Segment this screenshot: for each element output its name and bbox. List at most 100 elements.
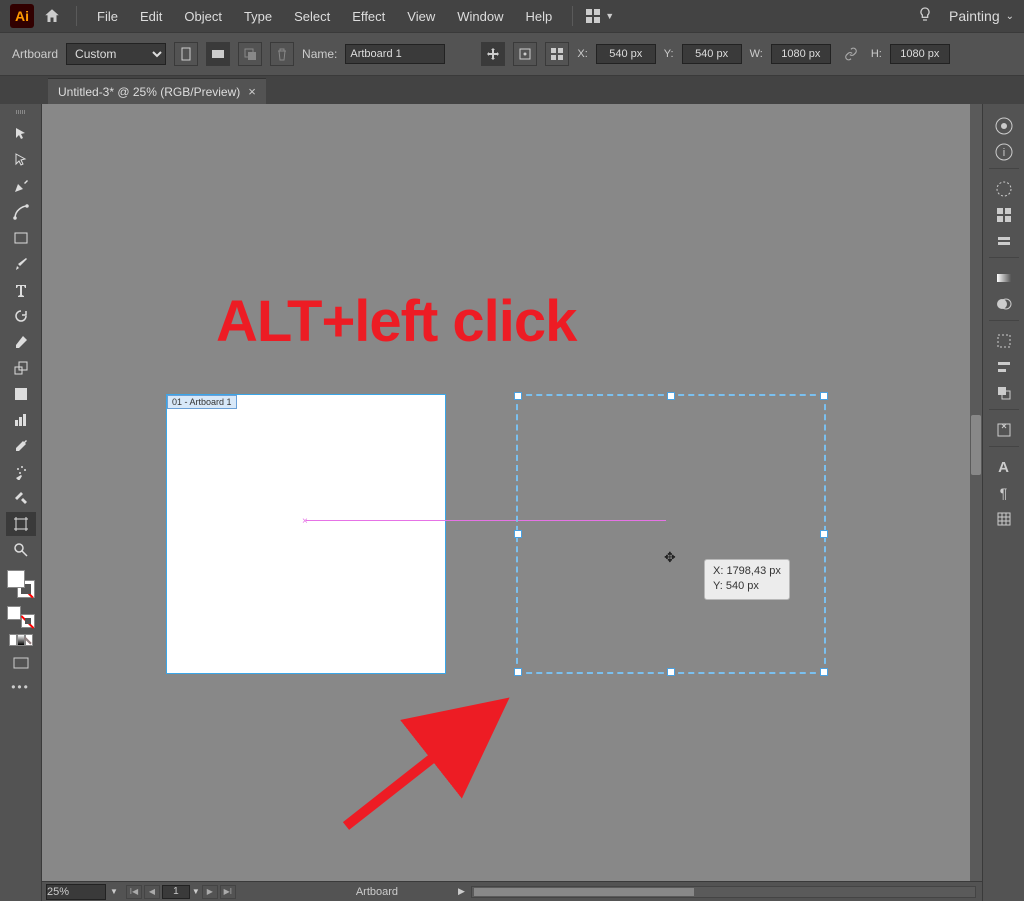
next-artboard-button[interactable]: ▶ — [202, 885, 218, 899]
y-label: Y: — [664, 48, 674, 60]
curvature-tool[interactable] — [6, 200, 36, 224]
artboard-1[interactable]: 01 - Artboard 1 — [166, 394, 446, 674]
vertical-scrollbar[interactable] — [970, 104, 982, 881]
canvas-area[interactable]: 01 - Artboard 1 × ✥ X: 1798,43 px Y: 540… — [42, 104, 982, 901]
info-icon[interactable]: i — [994, 142, 1014, 162]
chevron-down-icon[interactable]: ▼ — [110, 887, 118, 896]
eyedropper-tool[interactable] — [6, 434, 36, 458]
pen-tool[interactable] — [6, 174, 36, 198]
type-tool[interactable] — [6, 278, 36, 302]
prev-artboard-button[interactable]: ◀ — [144, 885, 160, 899]
color-panel-icon[interactable] — [994, 179, 1014, 199]
new-artboard-button[interactable] — [238, 42, 262, 66]
artboard-number-input[interactable] — [162, 885, 190, 899]
last-artboard-button[interactable]: ▶I — [220, 885, 236, 899]
delete-artboard-button[interactable] — [270, 42, 294, 66]
fill-stroke-swatch[interactable] — [7, 570, 35, 598]
document-tab[interactable]: Untitled-3* @ 25% (RGB/Preview) × — [48, 78, 266, 104]
export-panel-icon[interactable] — [994, 420, 1014, 440]
brushes-panel-icon[interactable] — [994, 231, 1014, 251]
chevron-down-icon: ⌄ — [1006, 11, 1014, 22]
menu-file[interactable]: File — [89, 5, 126, 28]
move-with-artboard-button[interactable] — [481, 42, 505, 66]
paragraph-panel-icon[interactable]: ¶ — [994, 483, 1014, 503]
menu-bar: Ai File Edit Object Type Select Effect V… — [0, 0, 1024, 32]
color-wheel-icon[interactable] — [994, 116, 1014, 136]
svg-text:i: i — [1002, 147, 1004, 159]
status-menu-arrow[interactable]: ▶ — [458, 886, 465, 897]
chevron-down-icon[interactable]: ▼ — [192, 887, 200, 896]
menu-edit[interactable]: Edit — [132, 5, 170, 28]
status-bar: ▼ I◀ ◀ ▼ ▶ ▶I Artboard ▶ — [42, 881, 982, 901]
workspace-switcher[interactable]: Painting ⌄ — [949, 8, 1014, 24]
paintbrush-tool[interactable] — [6, 252, 36, 276]
color-mode-strip[interactable] — [9, 634, 33, 646]
artboard-options-button[interactable] — [545, 42, 569, 66]
zoom-tool[interactable] — [6, 538, 36, 562]
link-wh-button[interactable] — [839, 42, 863, 66]
preset-select[interactable]: Custom — [66, 43, 166, 65]
reference-point-button[interactable] — [513, 42, 537, 66]
toolbar-grip[interactable] — [6, 110, 36, 116]
first-artboard-button[interactable]: I◀ — [126, 885, 142, 899]
rectangle-tool[interactable] — [6, 226, 36, 250]
move-cursor-icon: ✥ — [664, 549, 676, 566]
layout-grid-icon[interactable]: ▼ — [585, 8, 614, 24]
direct-selection-tool[interactable] — [6, 148, 36, 172]
tooltip-x: X: 1798,43 px — [713, 564, 781, 579]
position-tooltip: X: 1798,43 px Y: 540 px — [704, 559, 790, 600]
symbol-sprayer-tool[interactable] — [6, 460, 36, 484]
x-input[interactable] — [596, 44, 656, 64]
y-input[interactable] — [682, 44, 742, 64]
align-panel-icon[interactable] — [994, 357, 1014, 377]
gradient-panel-icon[interactable] — [994, 268, 1014, 288]
eraser-tool[interactable] — [6, 330, 36, 354]
menu-view[interactable]: View — [399, 5, 443, 28]
h-input[interactable] — [890, 44, 950, 64]
resize-handle[interactable] — [820, 668, 828, 676]
edit-toolbar-button[interactable]: ••• — [11, 680, 30, 694]
artboard-name-input[interactable] — [345, 44, 445, 64]
rotate-tool[interactable] — [6, 304, 36, 328]
hints-icon[interactable] — [917, 6, 933, 27]
selection-tool[interactable] — [6, 122, 36, 146]
document-tab-bar: Untitled-3* @ 25% (RGB/Preview) × — [0, 76, 1024, 104]
orientation-portrait-button[interactable] — [174, 42, 198, 66]
tab-close-icon[interactable]: × — [248, 84, 256, 99]
resize-handle[interactable] — [514, 668, 522, 676]
new-artboard-preview[interactable] — [516, 394, 826, 674]
name-label: Name: — [302, 47, 337, 61]
resize-handle[interactable] — [514, 530, 522, 538]
artboard-tool[interactable] — [6, 512, 36, 536]
menu-help[interactable]: Help — [517, 5, 560, 28]
resize-handle[interactable] — [667, 668, 675, 676]
shape-builder-tool[interactable] — [6, 382, 36, 406]
menu-type[interactable]: Type — [236, 5, 280, 28]
menu-select[interactable]: Select — [286, 5, 338, 28]
zoom-level-input[interactable] — [46, 884, 106, 900]
annotation-text: ALT+left click — [216, 288, 576, 355]
swatches-panel-icon[interactable] — [994, 205, 1014, 225]
resize-handle[interactable] — [820, 392, 828, 400]
screen-mode-button[interactable] — [9, 654, 33, 672]
home-icon[interactable] — [40, 4, 64, 28]
transparency-panel-icon[interactable] — [994, 294, 1014, 314]
resize-handle[interactable] — [514, 392, 522, 400]
default-fill-stroke[interactable] — [7, 606, 35, 628]
resize-handle[interactable] — [667, 392, 675, 400]
transform-panel-icon[interactable] — [994, 331, 1014, 351]
scale-tool[interactable] — [6, 356, 36, 380]
column-graph-tool[interactable] — [6, 408, 36, 432]
orientation-landscape-button[interactable] — [206, 42, 230, 66]
resize-handle[interactable] — [820, 530, 828, 538]
slice-tool[interactable] — [6, 486, 36, 510]
status-artboard-label: Artboard — [356, 886, 398, 898]
menu-object[interactable]: Object — [176, 5, 230, 28]
w-input[interactable] — [771, 44, 831, 64]
pathfinder-panel-icon[interactable] — [994, 383, 1014, 403]
horizontal-scrollbar[interactable] — [471, 886, 976, 898]
character-panel-icon[interactable]: A — [994, 457, 1014, 477]
menu-effect[interactable]: Effect — [344, 5, 393, 28]
glyphs-panel-icon[interactable] — [994, 509, 1014, 529]
menu-window[interactable]: Window — [449, 5, 511, 28]
